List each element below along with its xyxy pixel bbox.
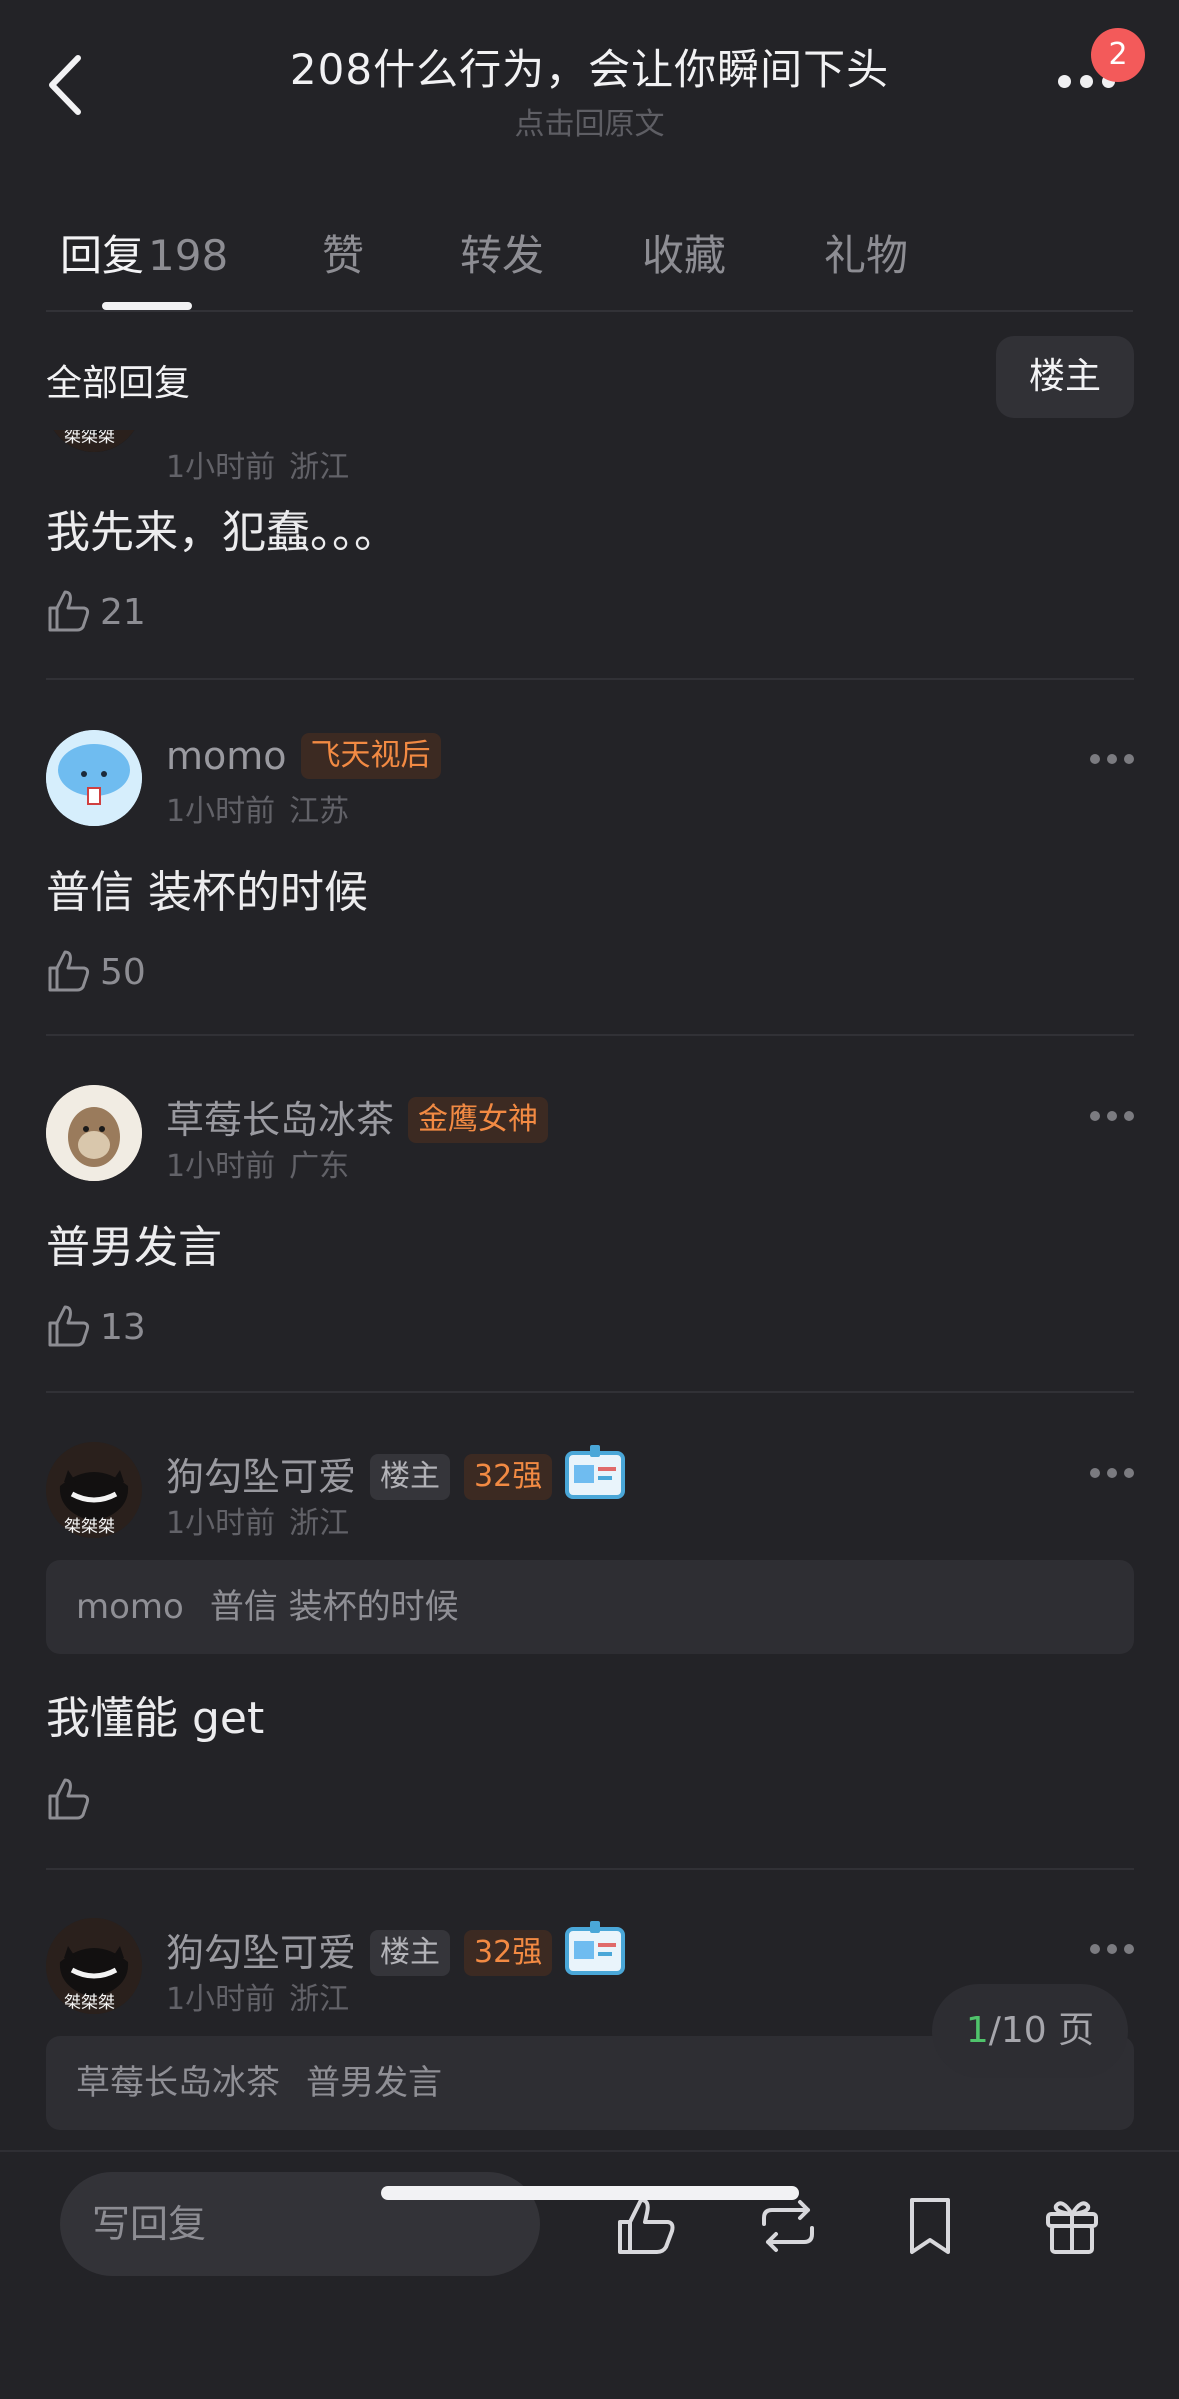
id-card-icon [564,1443,626,1510]
page-indicator[interactable]: 1/10 页 [932,1984,1128,2078]
comment-time: 1小时前 [166,450,276,485]
current-page: 1 [965,2010,989,2051]
comment-username[interactable]: momo 飞天视后 [166,732,441,782]
id-card-icon [564,1919,626,1986]
thumbs-up-icon [48,950,90,992]
username-text: 狗勾坠可爱 [166,1455,357,1499]
rank-badge: 32强 [464,1453,553,1500]
comment-time: 1小时前 [166,1982,276,2017]
page-title: 208什么行为，会让你瞬间下头 [289,45,890,94]
comment-more-icon[interactable] [1090,1111,1134,1123]
comment-item: 草莓长岛冰茶 金鹰女神 1小时前 广东 普男发言 13 [0,1035,1179,1393]
tab-bar: 回复198 赞 转发 收藏 礼物 [0,208,1179,312]
username-text: 狗勾坠可爱 [166,1931,357,1975]
tab-favorites[interactable]: 收藏 [642,222,726,283]
comment-item: 桀桀桀 狗勾坠可爱 楼主 32强 1小时前 浙江 momo 普信 装杯的时候 我懂能 g… [0,1392,1179,1870]
tab-gifts[interactable]: 礼物 [824,222,908,283]
comment-meta: 1小时前 浙江 [166,442,349,486]
comment-text[interactable]: 普信 装杯的时候 [46,856,368,920]
comment-location: 浙江 [289,1506,350,1541]
avatar-character-icon [46,730,142,826]
tab-replies-label: 回复 [60,231,145,280]
tab-reposts[interactable]: 转发 [460,222,544,283]
quoted-text: 普信 装杯的时候 [209,1587,459,1627]
comment-location: 江苏 [289,794,350,829]
quoted-username: 草莓长岛冰茶 [76,2063,280,2103]
avatar-text: 桀桀桀 [64,430,115,447]
comment-list[interactable]: 桀桀桀 1小时前 浙江 我先来，犯蠢。。。 21 momo 飞天视后 1小时前 … [0,430,1179,2152]
comment-more-icon[interactable] [1090,754,1134,766]
comment-meta: 1小时前 浙江 [166,1974,349,2018]
comment-username[interactable]: 草莓长岛冰茶 金鹰女神 [166,1089,549,1146]
comment-text[interactable]: 我懂能 get [46,1682,264,1746]
active-tab-indicator [102,302,192,310]
quoted-text: 普男发言 [306,2063,442,2103]
comment-time: 1小时前 [166,1506,276,1541]
avatar[interactable]: 桀桀桀 [46,1918,142,2014]
all-replies-title: 全部回复 [46,363,191,404]
avatar-text: 桀桀桀 [64,1517,115,1537]
rank-badge: 32强 [464,1929,553,1976]
thumbs-up-icon [48,1778,90,1820]
tab-replies[interactable]: 回复198 [60,222,228,283]
thumbs-up-icon [48,590,90,632]
section-header: 全部回复 楼主 [0,320,1179,430]
user-title-badge: 飞天视后 [300,732,441,779]
comment-time: 1小时前 [166,1149,276,1184]
user-title-badge: 金鹰女神 [408,1096,549,1143]
home-indicator[interactable] [381,2186,799,2200]
like-count: 13 [100,1307,146,1348]
op-badge: 楼主 [370,1453,451,1500]
like-count: 50 [100,952,146,993]
op-badge: 楼主 [370,1929,451,1976]
comment-meta: 1小时前 广东 [166,1141,349,1185]
username-text: 草莓长岛冰茶 [166,1098,395,1142]
header: 208什么行为，会让你瞬间下头 点击回原文 2 [0,0,1179,150]
tab-replies-count: 198 [148,231,229,280]
bookmark-icon[interactable] [898,2194,962,2258]
quoted-username: momo [76,1587,184,1627]
comment-meta: 1小时前 江苏 [166,786,349,830]
comment-text[interactable]: 普男发言 [46,1211,222,1275]
avatar[interactable]: 桀桀桀 [46,1442,142,1538]
comment-more-icon[interactable] [1090,1944,1134,1956]
comment-meta: 1小时前 浙江 [166,1498,349,1542]
avatar[interactable]: 桀桀桀 [46,430,142,452]
tabs-divider [46,310,1133,312]
username-text: momo [166,734,287,778]
back-to-original-link[interactable]: 点击回原文 [0,99,1179,143]
quoted-reply[interactable]: momo 普信 装杯的时候 [46,1560,1134,1654]
thumbs-up-icon [48,1305,90,1347]
comment-location: 浙江 [289,450,350,485]
notification-badge: 2 [1091,28,1145,82]
avatar-text: 桀桀桀 [64,1993,115,2013]
comment-time: 1小时前 [166,794,276,829]
comment-item: momo 飞天视后 1小时前 江苏 普信 装杯的时候 50 [0,678,1179,1036]
total-pages: /10 页 [988,2010,1095,2051]
thumbs-up-icon[interactable] [614,2194,678,2258]
comment-text[interactable]: 我先来，犯蠢。。。 [46,496,398,560]
comment-item: 桀桀桀 1小时前 浙江 我先来，犯蠢。。。 21 [0,430,1179,680]
avatar-otter-icon [46,1085,142,1181]
comment-location: 广东 [289,1149,350,1184]
title-block[interactable]: 208什么行为，会让你瞬间下头 点击回原文 [0,36,1179,143]
avatar[interactable] [46,730,142,826]
op-only-filter-button[interactable]: 楼主 [996,336,1134,418]
comment-more-icon[interactable] [1090,1468,1134,1480]
avatar[interactable] [46,1085,142,1181]
comment-location: 浙江 [289,1982,350,2017]
gift-icon[interactable] [1040,2194,1104,2258]
like-count: 21 [100,592,146,633]
tab-likes[interactable]: 赞 [322,222,364,283]
repost-icon[interactable] [756,2194,820,2258]
